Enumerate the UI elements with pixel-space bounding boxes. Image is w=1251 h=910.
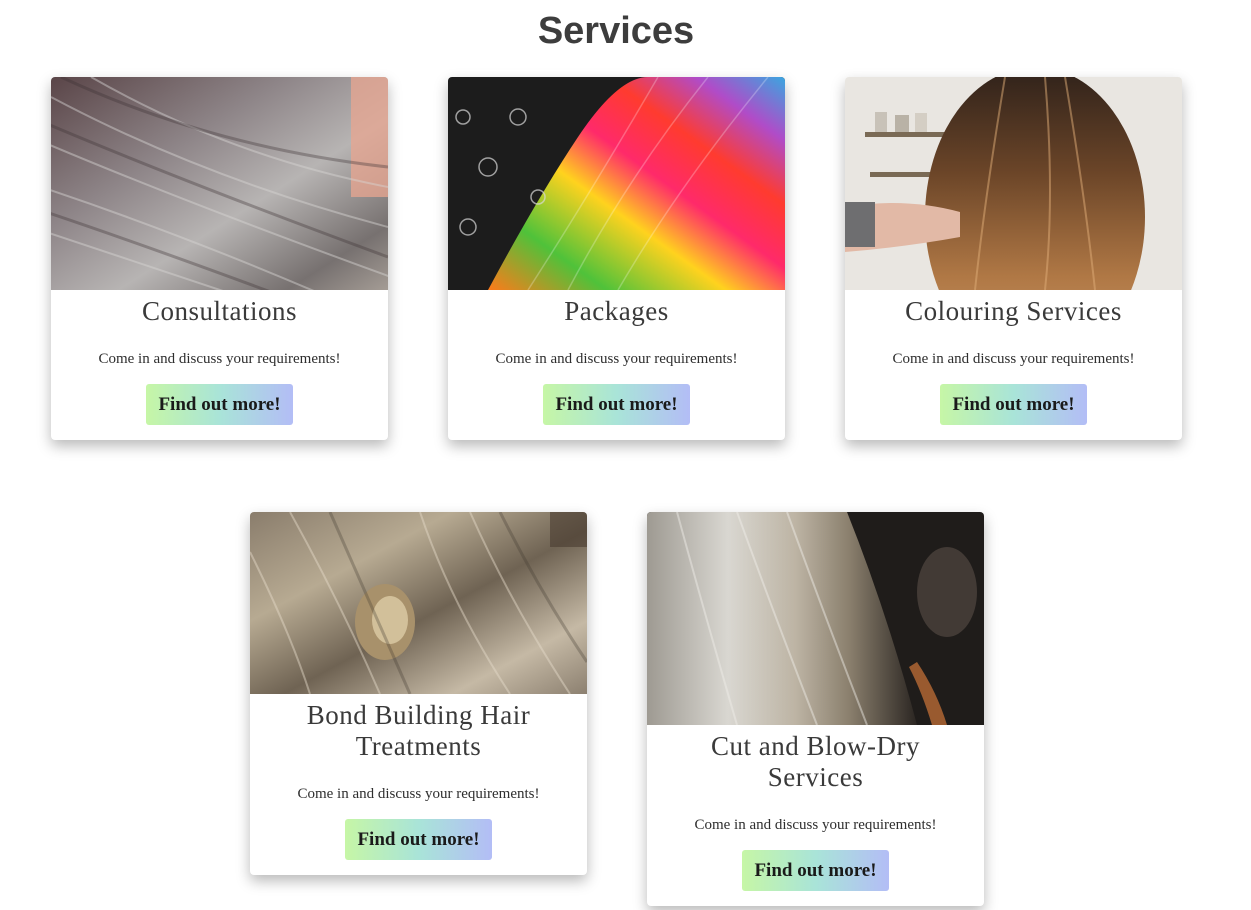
service-description: Come in and discuss your requirements! [892,351,1135,367]
service-image [448,77,785,290]
service-card-consultations: Consultations Come in and discuss your r… [51,77,388,440]
find-out-more-button[interactable]: Find out more! [742,850,889,891]
find-out-more-button[interactable]: Find out more! [345,819,492,860]
page-title: Services [537,10,695,52]
service-description: Come in and discuss your requirements! [495,351,738,367]
service-title: Packages [564,296,669,326]
service-card-packages: Packages Come in and discuss your requir… [448,77,785,440]
service-card-cut-blow-dry: Cut and Blow-Dry Services Come in and di… [647,512,984,906]
service-title: Cut and Blow-Dry Services [711,731,920,792]
service-image [845,77,1182,290]
service-description: Come in and discuss your requirements! [98,351,341,367]
service-image [647,512,984,725]
find-out-more-button[interactable]: Find out more! [146,384,293,425]
service-title: Bond Building Hair Treatments [306,700,531,761]
service-description: Come in and discuss your requirements! [694,817,937,833]
service-image [51,77,388,290]
service-image [250,512,587,694]
service-title: Consultations [141,296,297,326]
service-card-colouring: Colouring Services Come in and discuss y… [845,77,1182,440]
service-card-bond-building: Bond Building Hair Treatments Come in an… [250,512,587,875]
service-title: Colouring Services [905,296,1122,326]
find-out-more-button[interactable]: Find out more! [940,384,1087,425]
service-description: Come in and discuss your requirements! [297,786,540,802]
find-out-more-button[interactable]: Find out more! [543,384,690,425]
